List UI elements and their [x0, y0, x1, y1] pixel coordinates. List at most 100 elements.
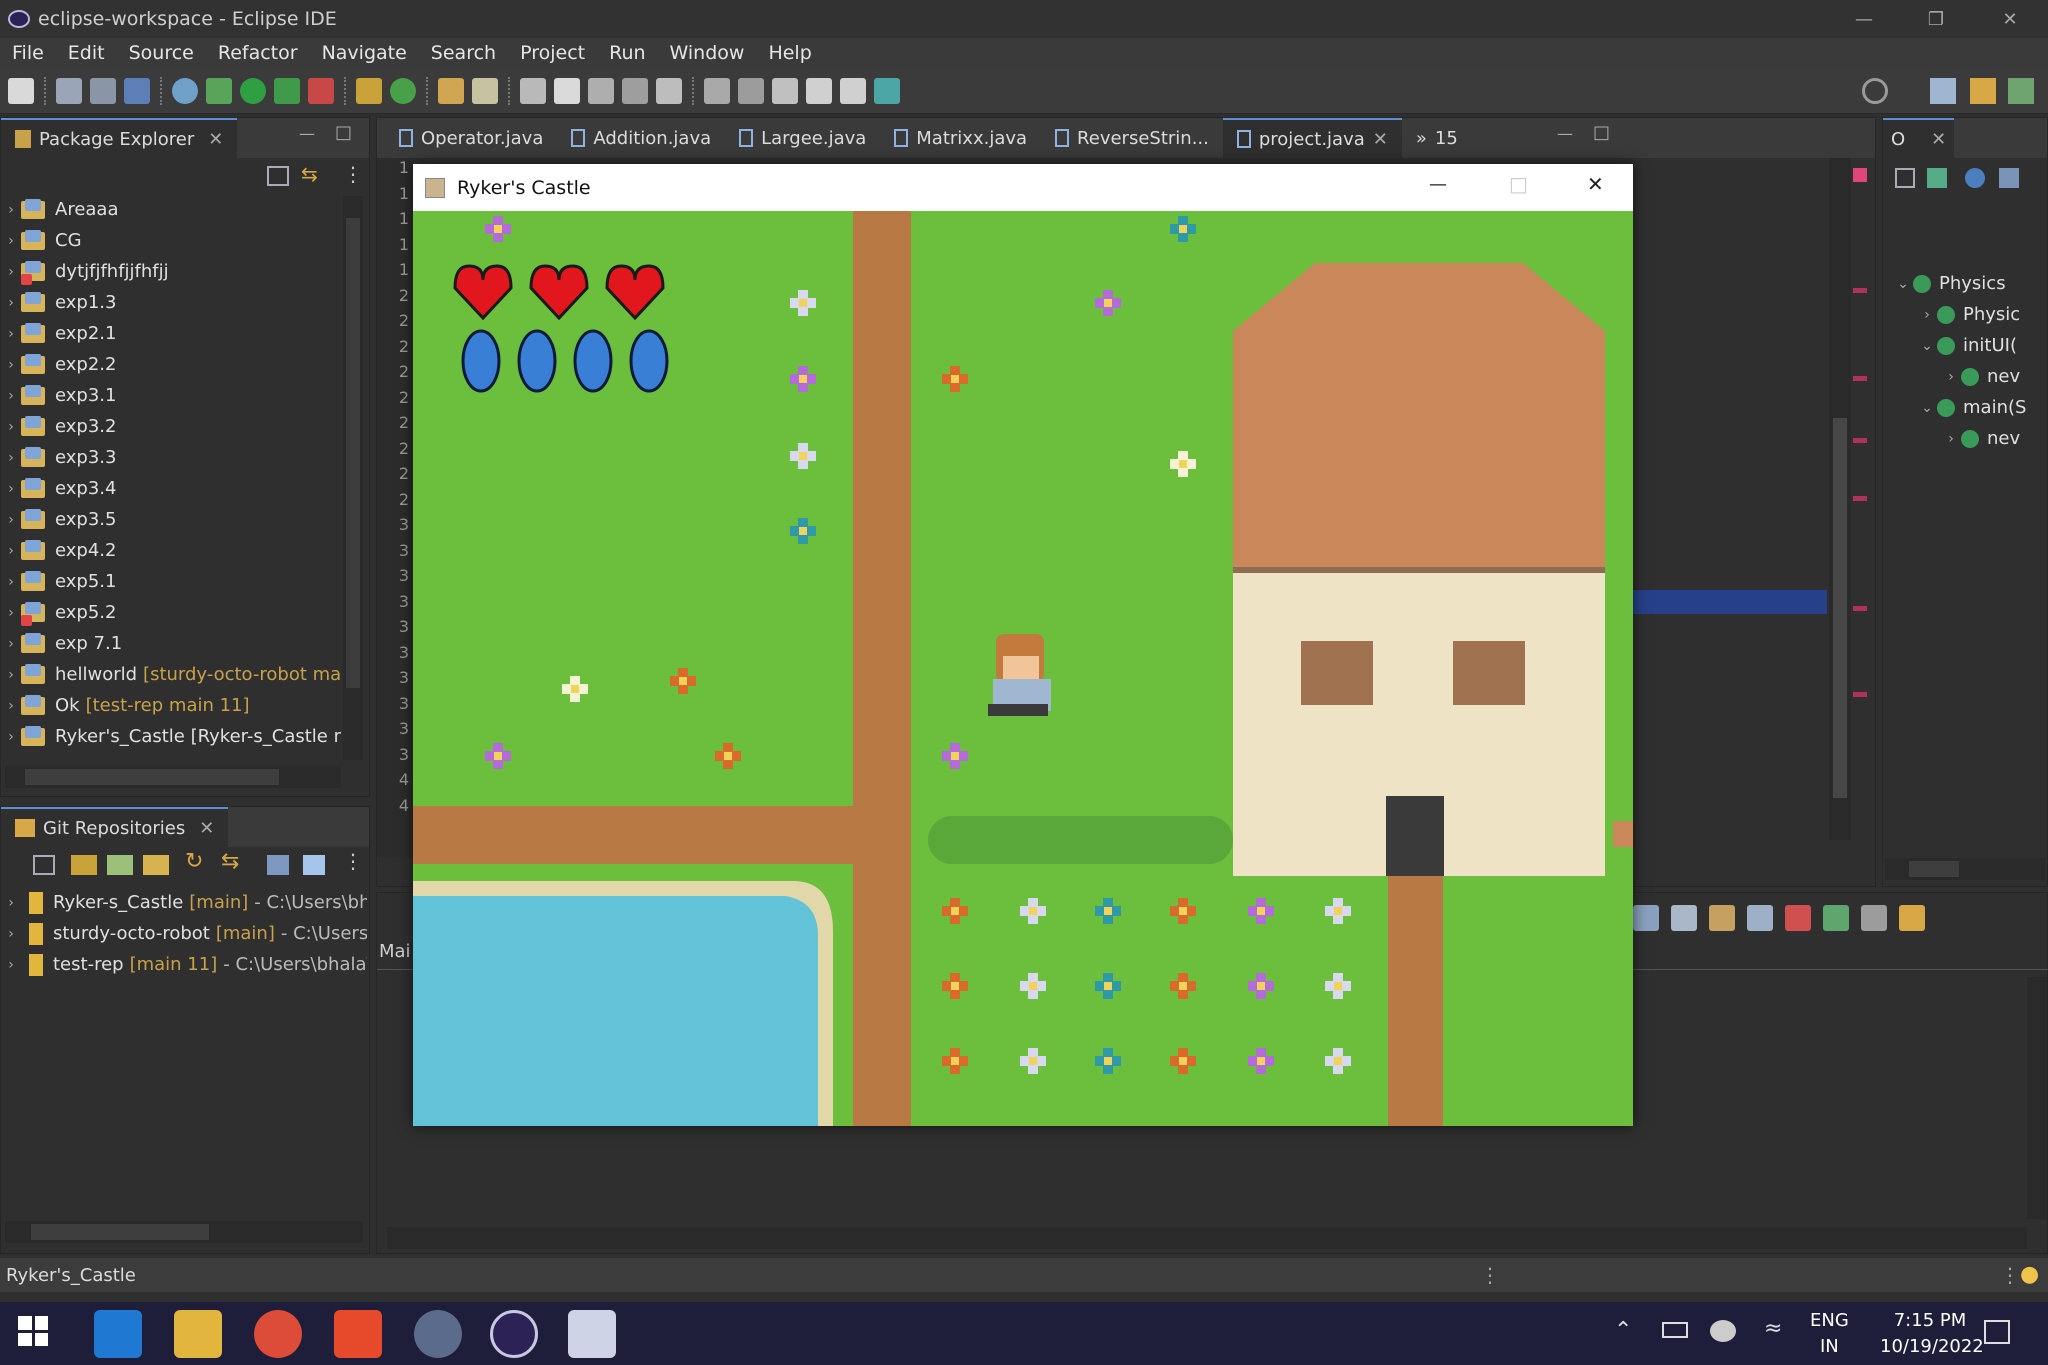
chevron-down-icon[interactable]: ⌄	[1917, 338, 1937, 354]
lightbulb-icon[interactable]: ●	[2020, 1262, 2039, 1287]
terminal-icon[interactable]	[124, 77, 150, 104]
outline-item[interactable]: ⌄ main(S	[1917, 392, 2026, 423]
save-all-icon[interactable]	[90, 77, 116, 104]
console-vscrollbar[interactable]	[2027, 977, 2047, 1219]
overview-ruler-marker[interactable]	[1853, 496, 1867, 501]
chevron-right-icon[interactable]: ›	[1, 926, 21, 942]
start-icon[interactable]	[18, 1316, 48, 1346]
maximize-editor-icon[interactable]: □	[1593, 122, 1610, 143]
collapse-all-icon[interactable]	[267, 166, 289, 186]
outline-item[interactable]: ⌄ initUI(	[1917, 330, 2017, 361]
new-java-project-icon[interactable]	[356, 77, 382, 104]
package-tree-item[interactable]: › Ok [test-rep main 11]	[1, 690, 250, 721]
office-icon[interactable]	[334, 1310, 382, 1358]
hscroll-thumb[interactable]	[1909, 861, 1959, 877]
next-annotation-icon[interactable]	[704, 77, 730, 104]
error-overview-marker[interactable]	[1853, 168, 1867, 182]
editor-tab[interactable]: ReverseStrin...	[1041, 118, 1223, 158]
block-selection-icon[interactable]	[588, 77, 614, 104]
restore-icon[interactable]: ❐	[1902, 0, 1970, 38]
run-icon[interactable]	[240, 77, 266, 104]
filter-icon[interactable]	[303, 855, 325, 875]
menu-help[interactable]: Help	[756, 42, 823, 64]
menu-search[interactable]: Search	[419, 42, 508, 64]
menu-window[interactable]: Window	[658, 42, 757, 64]
tree-view-icon[interactable]	[267, 855, 289, 875]
scroll-lock-icon[interactable]	[1709, 905, 1735, 931]
onedrive-icon[interactable]	[1710, 1320, 1736, 1342]
sort-icon[interactable]	[1927, 168, 1947, 188]
create-repo-icon[interactable]	[143, 855, 169, 875]
package-tree-item[interactable]: › exp3.3	[1, 442, 116, 473]
clock[interactable]: 7:15 PM 10/19/2022	[1880, 1308, 1984, 1360]
chevron-right-icon[interactable]: ›	[1, 264, 21, 280]
chevron-right-icon[interactable]: ›	[1, 295, 21, 311]
word-wrap-icon[interactable]	[1747, 905, 1773, 931]
chevron-right-icon[interactable]: ›	[1, 481, 21, 497]
chevron-right-icon[interactable]: ›	[1, 233, 21, 249]
status-menu-icon[interactable]: ⋮	[1480, 1263, 1500, 1287]
package-tree-item[interactable]: › exp5.1	[1, 566, 116, 597]
editor-tab[interactable]: Addition.java	[557, 118, 725, 158]
chevron-right-icon[interactable]: ›	[1, 543, 21, 559]
close-icon[interactable]: ✕	[1976, 0, 2044, 38]
tab-outline[interactable]: O ✕	[1883, 118, 1955, 158]
language-indicator[interactable]: ENG IN	[1810, 1308, 1849, 1360]
chevron-right-icon[interactable]: ›	[1, 636, 21, 652]
java-taskbar-icon[interactable]	[568, 1310, 616, 1358]
game-minimize-icon[interactable]: —	[1429, 174, 1447, 195]
close-tab-icon[interactable]: ✕	[208, 129, 223, 150]
package-tree-hscrollbar[interactable]	[5, 766, 341, 788]
chevron-right-icon[interactable]: ›	[1, 729, 21, 745]
chevron-right-icon[interactable]: ›	[1, 419, 21, 435]
pin-console-icon[interactable]	[1823, 905, 1849, 931]
git-repo-item[interactable]: › Ryker-s_Castle[main]- C:\Users\bha	[1, 887, 367, 918]
clone-repo-icon[interactable]	[107, 855, 133, 875]
forward-icon[interactable]	[840, 77, 866, 104]
overview-ruler-marker[interactable]	[1853, 376, 1867, 381]
chevron-right-icon[interactable]: ›	[1, 326, 21, 342]
menu-source[interactable]: Source	[117, 42, 206, 64]
debug-icon[interactable]	[206, 77, 232, 104]
overview-ruler-marker[interactable]	[1853, 438, 1867, 443]
maximize-view-icon[interactable]: □	[335, 122, 352, 143]
close-tab-icon[interactable]: ✕	[1931, 129, 1946, 150]
game-canvas[interactable]	[413, 211, 1633, 1126]
back-icon[interactable]	[806, 77, 832, 104]
chevron-right-icon[interactable]: ›	[1, 895, 21, 911]
git-repo-item[interactable]: › sturdy-octo-robot [main] - C:\Users\	[1, 918, 367, 949]
game-maximize-icon[interactable]: □	[1509, 172, 1528, 196]
chevron-right-icon[interactable]: ›	[1, 667, 21, 683]
status-menu-icon[interactable]: ⋮	[2000, 1263, 2020, 1287]
chevron-right-icon[interactable]: ›	[1941, 431, 1961, 447]
chevron-right-icon[interactable]: ›	[1917, 307, 1937, 323]
remove-all-icon[interactable]	[1785, 905, 1811, 931]
editor-vscrollbar[interactable]	[1829, 158, 1851, 840]
pin-editor-icon[interactable]	[874, 77, 900, 104]
search-tool-icon[interactable]	[472, 77, 498, 104]
package-tree-item[interactable]: › exp 7.1	[1, 628, 122, 659]
package-tree-item[interactable]: › Ryker's_Castle [Ryker-s_Castle m	[1, 721, 341, 752]
editor-tab[interactable]: Largee.java	[725, 118, 880, 158]
view-menu-icon[interactable]: ⋮	[343, 162, 363, 186]
package-tree-item[interactable]: › exp1.3	[1, 287, 116, 318]
last-edit-icon[interactable]	[772, 77, 798, 104]
link-icon[interactable]: ⇆	[221, 849, 239, 874]
package-tree-item[interactable]: › dytjfjfhfjjfhfjj	[1, 256, 169, 287]
file-explorer-icon[interactable]	[174, 1310, 222, 1358]
search-icon[interactable]	[1862, 78, 1888, 104]
game-window[interactable]: Ryker's Castle — □ ✕	[413, 164, 1633, 1126]
console-tab[interactable]: Mai	[379, 941, 411, 962]
outline-item[interactable]: › nev	[1941, 361, 2020, 392]
refresh-icon[interactable]: ↻	[185, 849, 203, 874]
overview-ruler-marker[interactable]	[1853, 288, 1867, 293]
chevron-right-icon[interactable]: ›	[1, 388, 21, 404]
package-tree-item[interactable]: › hellworld [sturdy-octo-robot mai	[1, 659, 341, 690]
package-tree-item[interactable]: ›Triangle	[1, 752, 126, 754]
package-tree-item[interactable]: › CG	[1, 225, 82, 256]
menu-project[interactable]: Project	[508, 42, 597, 64]
tab-package-explorer[interactable]: Package Explorer ✕	[1, 118, 238, 158]
editor-tab[interactable]: Matrixx.java	[880, 118, 1041, 158]
package-tree-item[interactable]: › Areaaa	[1, 194, 118, 225]
eclipse-taskbar-icon[interactable]	[490, 1310, 538, 1358]
